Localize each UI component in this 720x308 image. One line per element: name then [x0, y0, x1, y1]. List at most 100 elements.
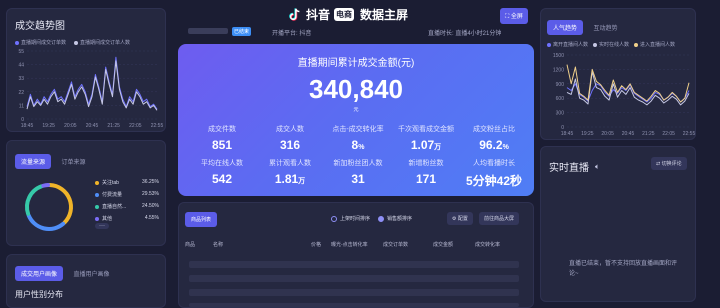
x-tick-label: 21:25 — [107, 123, 120, 129]
table-row-placeholder — [189, 289, 519, 296]
goto-product-screen-button[interactable]: 前往商品大屏 — [479, 212, 520, 225]
source-panel: 流量来源 订单来源 关注tab 36.25% 付费流量 29.53% 直播自然... 24… — [6, 140, 166, 246]
sort-by-listing-time[interactable]: 上架时间排序 — [331, 215, 370, 222]
deal-trend-legend: 直播期间成交订单数 直播期间成交订单人数 — [15, 39, 130, 46]
legend-item-buyers[interactable]: 直播期间成交订单人数 — [74, 39, 130, 46]
y-tick-label: 11 — [19, 103, 24, 109]
donut-legend-row[interactable]: 其他 4.55% — [95, 215, 159, 222]
donut-slice[interactable] — [25, 184, 44, 216]
brand-badge: 电商 — [334, 8, 355, 21]
donut-legend-row[interactable]: 直播自然... 24.50% — [95, 203, 159, 210]
gmv-summary-card: 直播期间累计成交金额(元) 340,840 元 成交件数 851 成交人数 31… — [178, 44, 534, 196]
col-gmv: 成交金额 — [433, 242, 454, 248]
legend-label: 直播期间成交订单数 — [21, 40, 67, 46]
toggle-comments-button[interactable]: ⇄ 切换评论 — [651, 157, 687, 170]
col-price: 价格 — [311, 242, 322, 248]
metric-label: 千次观看成交金额 — [398, 126, 454, 133]
x-tick-label: 19:25 — [581, 131, 594, 137]
legend-label: 离开直播间人数 — [553, 42, 589, 48]
toggle-label: 切换评论 — [661, 161, 682, 167]
x-tick-label: 20:05 — [64, 123, 77, 129]
y-tick-label: 600 — [556, 96, 565, 102]
donut-legend-value: 36.25% — [142, 179, 159, 185]
sort-by-sales[interactable]: 销售额排序 — [378, 215, 412, 222]
table-row-placeholder — [189, 261, 519, 268]
y-tick-label: 1500 — [553, 53, 564, 59]
col-ctr: 曝光-点击转化率 — [331, 242, 368, 248]
popularity-trend-chart[interactable]: 03006009001200150018:45 19:25 20:05 20:45 21… — [541, 49, 697, 141]
metric-value: 542 — [211, 172, 233, 186]
tab-deal-user-profile[interactable]: 成交用户画像 — [15, 266, 64, 281]
sort-label: 销售额排序 — [387, 216, 413, 222]
y-tick-label: 22 — [18, 90, 24, 96]
metric-new-fan-club: 新加粉丝团人数 31 — [326, 158, 390, 186]
deal-trend-chart[interactable]: 0112233445518:45 19:25 20:05 20:45 21:25 22:0… — [7, 47, 167, 133]
y-tick-label: 900 — [556, 82, 565, 88]
y-tick-label: 1200 — [553, 67, 564, 73]
live-stream-panel: 实时直播 🔈︎ ⇄ 切换评论 直播已结束，暂不支持回放直播画面和评论~ — [540, 146, 696, 302]
table-row-placeholder — [189, 275, 519, 282]
metric-avg-watch-time: 人均看播时长 5分钟42秒 — [462, 158, 526, 189]
gmv-unit: 元 — [353, 107, 359, 113]
donut-slice[interactable] — [47, 183, 73, 225]
tab-product-list[interactable]: 商品列表 — [185, 212, 218, 227]
donut-slice[interactable] — [26, 213, 66, 231]
legend-item-orders[interactable]: 直播期间成交订单数 — [15, 39, 66, 46]
metric-avg-online: 平均在线人数 542 — [190, 158, 254, 186]
donut-legend-label: 付费流量 — [95, 191, 122, 198]
fullscreen-button[interactable]: ⛶ 全屏 — [500, 8, 528, 24]
live-stream-title: 实时直播 — [549, 163, 589, 174]
legend-item-enter[interactable]: 进入直播间人数 — [634, 41, 675, 48]
metric-value: 5分钟42秒 — [465, 174, 523, 188]
deal-trend-panel: 成交趋势图 直播期间成交订单数 直播期间成交订单人数 0 11 22 33 44 55 18… — [6, 8, 166, 132]
donut-legend-row[interactable]: 付费流量 29.53% — [95, 191, 159, 198]
metric-label: 新加粉丝团人数 — [333, 160, 383, 167]
duration-text: 直播时长: 直播4小时21分钟 — [428, 31, 502, 37]
col-conversion: 成交转化率 — [475, 242, 501, 248]
x-tick-label: 20:45 — [86, 123, 99, 129]
x-tick-label: 21:25 — [642, 131, 655, 137]
x-tick-label: 20:45 — [622, 131, 635, 137]
config-button[interactable]: ⚙ 配置 — [447, 212, 473, 225]
series-line[interactable] — [26, 60, 158, 111]
legend-item-leave[interactable]: 离开直播间人数 — [547, 41, 588, 48]
metric-total-viewers: 累计观看人数 1.81万 — [258, 158, 322, 186]
brand: 抖音 电商 数据主屏 — [288, 6, 408, 23]
donut-legend-row[interactable]: 关注tab 36.25% — [95, 179, 159, 186]
metric-buyers: 成交人数 316 — [258, 124, 322, 152]
table-row-placeholder — [189, 303, 519, 307]
x-tick-label: 18:45 — [561, 131, 574, 137]
metric-value: 1.81万 — [274, 172, 306, 186]
x-tick-label: 19:25 — [42, 123, 55, 129]
tab-interaction-trend[interactable]: 互动趋势 — [587, 20, 623, 35]
metric-label: 成交粉丝占比 — [473, 126, 515, 133]
legend-item-online[interactable]: 实时在线人数 — [593, 41, 629, 48]
gmv-title: 直播期间累计成交金额(元) — [297, 58, 415, 69]
metric-label: 新增粉丝数 — [408, 160, 444, 167]
series-line[interactable] — [26, 56, 158, 110]
metric-label: 成交人数 — [276, 126, 304, 133]
sort-options: 上架时间排序 销售额排序 — [331, 215, 412, 222]
product-list-panel: 商品列表 上架时间排序 销售额排序 ⚙ 配置 前往商品大屏 商品 名称 价格 曝… — [178, 202, 534, 308]
donut-slice[interactable] — [41, 183, 51, 188]
metric-value: 1.07万 — [410, 138, 442, 152]
radio-checked-icon — [378, 215, 385, 222]
screen-title: 数据主屏 — [360, 8, 409, 22]
speaker-icon[interactable]: 🔈︎ — [595, 162, 600, 172]
series-line[interactable] — [566, 64, 690, 103]
screen-header: 抖音 电商 数据主屏 ⛶ 全屏 已结束 开播平台: 抖音 直播时长: 直播4小时… — [178, 0, 540, 40]
user-profile-panel: 成交用户画像 直播用户画像 用户性别分布 — [6, 254, 166, 308]
live-info-bar: 已结束 开播平台: 抖音 直播时长: 直播4小时21分钟 — [178, 27, 540, 37]
metric-label: 点击-成交转化率 — [332, 126, 384, 133]
tab-popularity-trend[interactable]: 人气趋势 — [547, 20, 584, 35]
y-tick-label: 44 — [18, 63, 24, 69]
col-name: 名称 — [213, 242, 224, 248]
tab-live-user-profile[interactable]: 直播用户画像 — [67, 266, 115, 281]
tab-traffic-source[interactable]: 流量来源 — [15, 154, 52, 169]
live-status-badge: 已结束 — [232, 27, 252, 36]
tab-order-source[interactable]: 订单来源 — [55, 154, 91, 169]
x-tick-label: 22:55 — [151, 123, 164, 129]
more-button[interactable]: ··· — [95, 223, 109, 229]
source-donut-chart[interactable] — [19, 177, 79, 237]
metric-value: 8% — [351, 138, 365, 152]
